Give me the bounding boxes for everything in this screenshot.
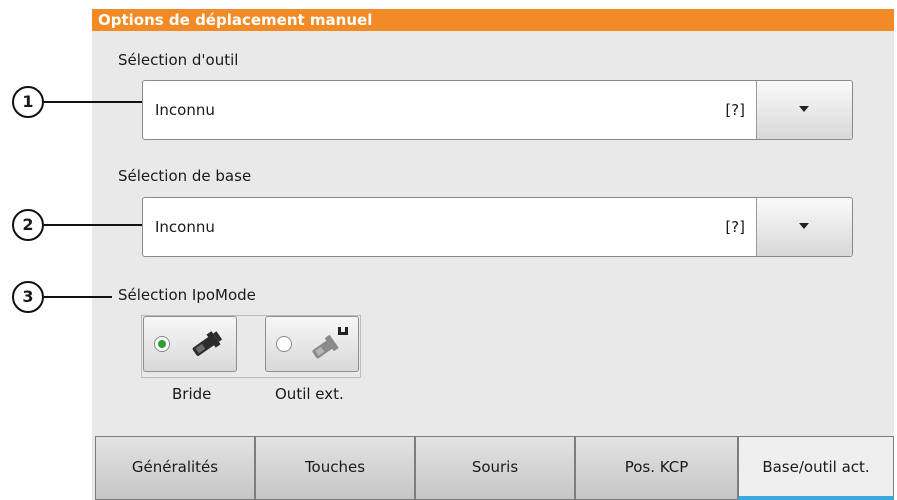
callout-3: 3 bbox=[12, 281, 44, 313]
callout-2-leader bbox=[44, 224, 142, 226]
tool-selection-value: Inconnu bbox=[155, 101, 215, 119]
base-selection-label: Sélection de base bbox=[118, 167, 252, 185]
callout-1-leader bbox=[44, 101, 142, 103]
radio-selected-dot bbox=[158, 340, 166, 348]
base-selection-combobox[interactable]: Inconnu [?] bbox=[142, 197, 853, 257]
tab-base-outil-act[interactable]: Base/outil act. bbox=[738, 436, 894, 500]
ipo-mode-flange-button[interactable] bbox=[143, 316, 237, 372]
callout-1: 1 bbox=[12, 86, 44, 118]
callout-3-leader bbox=[44, 296, 112, 298]
tab-souris[interactable]: Souris bbox=[415, 436, 575, 500]
tool-selection-label: Sélection d'outil bbox=[118, 51, 239, 69]
window-title: Options de déplacement manuel bbox=[92, 9, 894, 31]
tab-touches[interactable]: Touches bbox=[255, 436, 415, 500]
callout-2: 2 bbox=[12, 209, 44, 241]
flange-radio[interactable] bbox=[154, 336, 170, 352]
ipo-mode-external-tool-button[interactable] bbox=[265, 316, 359, 372]
base-selection-value: Inconnu bbox=[155, 218, 215, 236]
flange-label: Bride bbox=[172, 385, 212, 403]
ipo-mode-label: Sélection IpoMode bbox=[118, 286, 256, 304]
tool-selection-dropdown-button[interactable] bbox=[756, 81, 852, 139]
tab-pos-kcp[interactable]: Pos. KCP bbox=[575, 436, 738, 500]
tab-bar: Généralités Touches Souris Pos. KCP Base… bbox=[92, 436, 894, 500]
base-selection-dropdown-button[interactable] bbox=[756, 198, 852, 256]
external-tool-robot-icon bbox=[308, 323, 352, 367]
base-selection-hint: [?] bbox=[725, 218, 745, 236]
external-tool-label: Outil ext. bbox=[275, 385, 344, 403]
tool-selection-combobox[interactable]: Inconnu [?] bbox=[142, 80, 853, 140]
flange-robot-icon bbox=[186, 325, 228, 367]
external-tool-radio[interactable] bbox=[276, 336, 292, 352]
chevron-down-icon bbox=[799, 223, 809, 229]
tool-selection-hint: [?] bbox=[725, 101, 745, 119]
chevron-down-icon bbox=[799, 106, 809, 112]
tab-generalites[interactable]: Généralités bbox=[95, 436, 255, 500]
